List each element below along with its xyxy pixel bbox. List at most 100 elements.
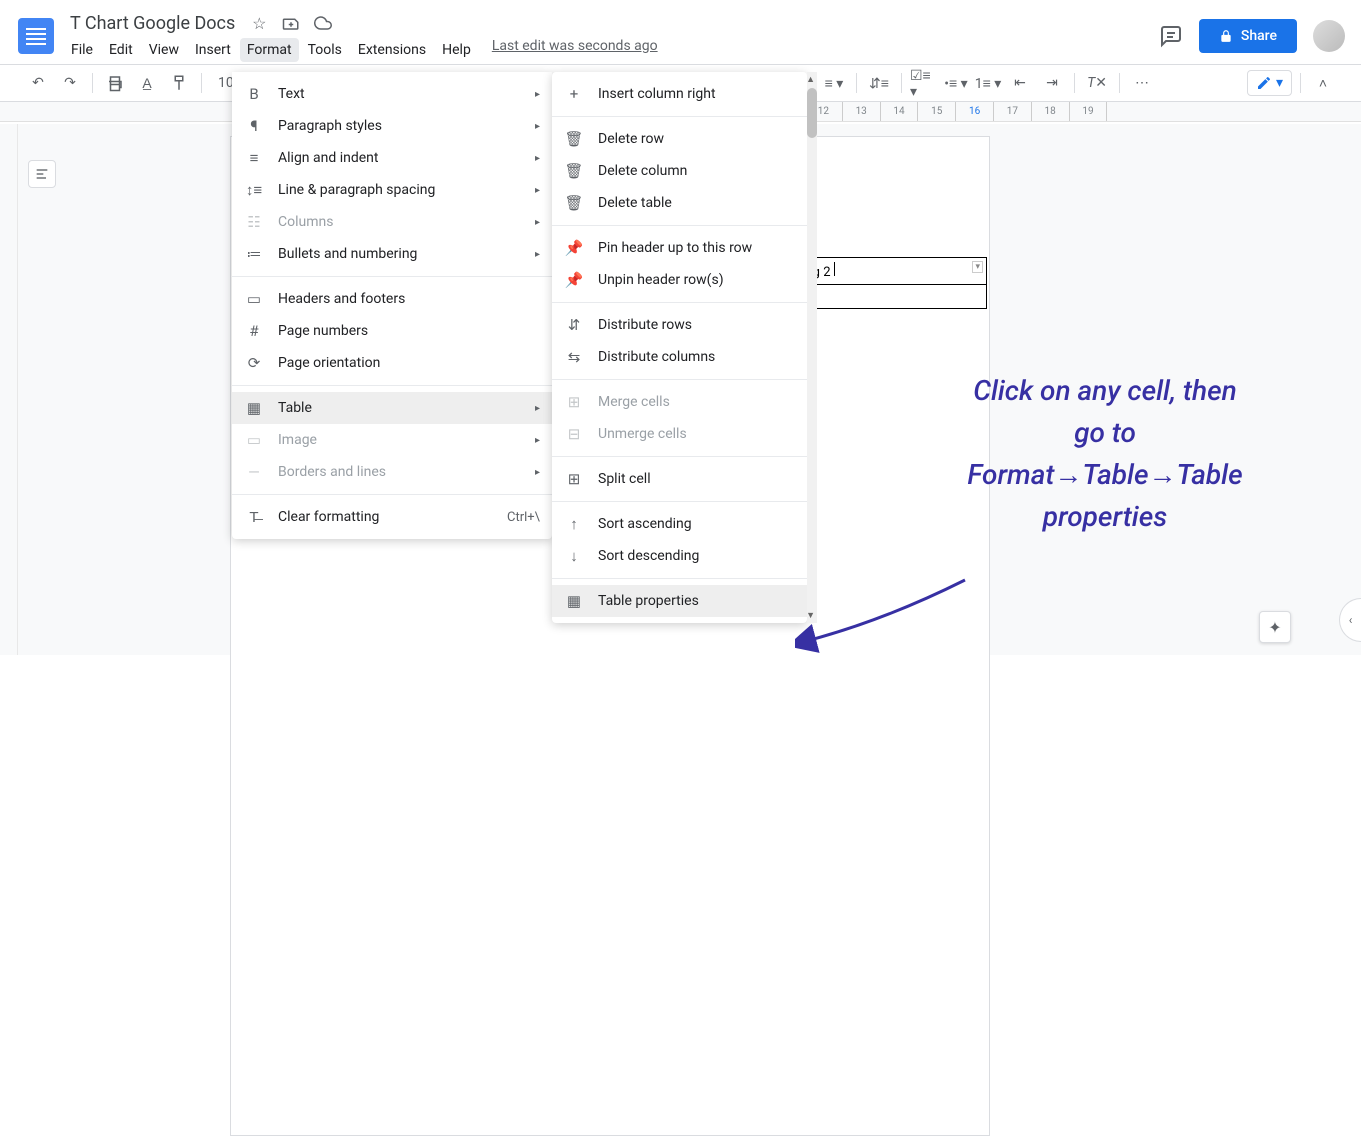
split-cell-icon: ⊞ xyxy=(564,469,584,489)
menu-shortcut: Ctrl+\ xyxy=(507,510,540,525)
clear-formatting-icon: T̶ xyxy=(244,507,264,527)
submenu-item-label: Unmerge cells xyxy=(598,426,795,442)
menu-file[interactable]: File xyxy=(64,38,100,62)
merge-cells-icon: ⊞ xyxy=(564,392,584,412)
pin-header-up-to-this-row-icon: 📌 xyxy=(564,238,584,258)
star-icon[interactable]: ☆ xyxy=(249,13,269,33)
editing-mode-button[interactable]: ▾ xyxy=(1247,70,1292,96)
menu-edit[interactable]: Edit xyxy=(102,38,140,62)
table-submenu-delete-column[interactable]: 🗑Delete column xyxy=(552,155,807,187)
menu-item-label: Clear formatting xyxy=(278,509,507,525)
cell-dropdown-icon[interactable]: ▾ xyxy=(972,261,983,273)
scroll-up-icon[interactable]: ▲ xyxy=(806,74,815,85)
format-menu-table[interactable]: ▦Table▸ xyxy=(232,392,552,424)
submenu-item-label: Split cell xyxy=(598,471,795,487)
menu-item-label: Headers and footers xyxy=(278,291,540,307)
table-submenu-sort-ascending[interactable]: ↑Sort ascending xyxy=(552,508,807,540)
image-icon: ▭ xyxy=(244,430,264,450)
submenu-arrow-icon: ▸ xyxy=(535,153,540,164)
user-avatar[interactable] xyxy=(1313,20,1345,52)
align-and-indent-icon: ≡ xyxy=(244,148,264,168)
delete-row-icon: 🗑 xyxy=(564,129,584,149)
submenu-scrollbar[interactable] xyxy=(807,72,817,623)
menu-help[interactable]: Help xyxy=(435,38,478,62)
decrease-indent-button[interactable]: ⇤ xyxy=(1006,69,1034,97)
columns-icon: ☷ xyxy=(244,212,264,232)
menu-insert[interactable]: Insert xyxy=(188,38,238,62)
format-menu-page-orientation[interactable]: ⟳Page orientation xyxy=(232,347,552,379)
line-spacing-button[interactable]: ⇵≡ xyxy=(865,69,893,97)
menu-extensions[interactable]: Extensions xyxy=(351,38,433,62)
menu-item-label: Align and indent xyxy=(278,150,535,166)
print-button[interactable] xyxy=(101,69,129,97)
submenu-arrow-icon: ▸ xyxy=(535,121,540,132)
align-button[interactable]: ≡ ▾ xyxy=(820,69,848,97)
bulleted-list-button[interactable]: •≡ ▾ xyxy=(942,69,970,97)
format-menu-page-numbers[interactable]: #Page numbers xyxy=(232,315,552,347)
delete-column-icon: 🗑 xyxy=(564,161,584,181)
submenu-arrow-icon: ▸ xyxy=(535,403,540,414)
submenu-item-label: Insert column right xyxy=(598,86,795,102)
borders-and-lines-icon: — xyxy=(244,462,264,482)
submenu-item-label: Delete table xyxy=(598,195,795,211)
menu-view[interactable]: View xyxy=(142,38,186,62)
comment-history-icon[interactable] xyxy=(1159,24,1183,48)
table-submenu-unmerge-cells: ⊟Unmerge cells xyxy=(552,418,807,450)
text-icon: B xyxy=(244,84,264,104)
format-menu-line-paragraph-spacing[interactable]: ↕≡Line & paragraph spacing▸ xyxy=(232,174,552,206)
menu-format[interactable]: Format xyxy=(240,38,299,62)
table-submenu-split-cell[interactable]: ⊞ Split cell xyxy=(552,463,807,495)
paint-format-button[interactable] xyxy=(165,69,193,97)
format-menu-clear-formatting[interactable]: T̶ Clear formattingCtrl+\ xyxy=(232,501,552,533)
menu-item-label: Table xyxy=(278,400,535,416)
clear-format-button[interactable]: T✕ xyxy=(1083,69,1111,97)
document-title[interactable]: T Chart Google Docs xyxy=(64,11,241,36)
move-icon[interactable] xyxy=(281,13,301,33)
submenu-arrow-icon: ▸ xyxy=(535,435,540,446)
increase-indent-button[interactable]: ⇥ xyxy=(1038,69,1066,97)
format-menu-headers-and-footers[interactable]: ▭Headers and footers xyxy=(232,283,552,315)
format-menu-align-and-indent[interactable]: ≡ Align and indent▸ xyxy=(232,142,552,174)
table-submenu-distribute-columns[interactable]: ⇆Distribute columns xyxy=(552,341,807,373)
redo-button[interactable]: ↷ xyxy=(56,69,84,97)
format-menu-text[interactable]: BText▸ xyxy=(232,78,552,110)
table-submenu-delete-row[interactable]: 🗑 Delete row xyxy=(552,123,807,155)
submenu-item-label: Delete row xyxy=(598,131,795,147)
numbered-list-button[interactable]: 1≡ ▾ xyxy=(974,69,1002,97)
table-submenu-delete-table[interactable]: 🗑Delete table xyxy=(552,187,807,219)
table-properties-icon: ▦ xyxy=(564,591,584,611)
last-edit-link[interactable]: Last edit was seconds ago xyxy=(492,38,658,62)
spellcheck-button[interactable]: A̲ xyxy=(133,69,161,97)
ruler-tick: 13 xyxy=(843,102,881,122)
format-menu-bullets-and-numbering[interactable]: ≔Bullets and numbering▸ xyxy=(232,238,552,270)
submenu-item-label: Sort ascending xyxy=(598,516,795,532)
cloud-status-icon[interactable] xyxy=(313,13,333,33)
table-submenu-pin-header-up-to-this-row[interactable]: 📌Pin header up to this row xyxy=(552,232,807,264)
format-menu-paragraph-styles[interactable]: ¶Paragraph styles▸ xyxy=(232,110,552,142)
menu-tools[interactable]: Tools xyxy=(301,38,349,62)
scroll-down-icon[interactable]: ▼ xyxy=(806,610,815,621)
menu-item-label: Line & paragraph spacing xyxy=(278,182,535,198)
explore-button[interactable]: ✦ xyxy=(1259,611,1291,643)
checklist-button[interactable]: ☑≡ ▾ xyxy=(910,69,938,97)
table-submenu-table-properties[interactable]: ▦ Table properties xyxy=(552,585,807,617)
outline-toggle-button[interactable] xyxy=(28,160,56,188)
scrollbar-thumb[interactable] xyxy=(807,88,817,138)
hide-menus-button[interactable]: ˄ xyxy=(1309,69,1337,97)
side-panel-toggle[interactable]: ‹ xyxy=(1339,598,1361,642)
undo-button[interactable]: ↶ xyxy=(24,69,52,97)
table-submenu-insert-column-right[interactable]: +Insert column right xyxy=(552,78,807,110)
submenu-item-label: Table properties xyxy=(598,593,795,609)
docs-logo[interactable] xyxy=(16,16,56,56)
bullets-and-numbering-icon: ≔ xyxy=(244,244,264,264)
format-menu-image: ▭Image▸ xyxy=(232,424,552,456)
submenu-arrow-icon: ▸ xyxy=(535,185,540,196)
page-orientation-icon: ⟳ xyxy=(244,353,264,373)
submenu-item-label: Distribute rows xyxy=(598,317,795,333)
share-button[interactable]: Share xyxy=(1199,19,1297,53)
table-submenu-unpin-header-row-s-[interactable]: 📌Unpin header row(s) xyxy=(552,264,807,296)
vertical-ruler[interactable] xyxy=(0,124,18,655)
more-toolbar-button[interactable]: ⋯ xyxy=(1128,69,1156,97)
table-submenu-sort-descending[interactable]: ↓Sort descending xyxy=(552,540,807,572)
table-submenu-distribute-rows[interactable]: ⇵Distribute rows xyxy=(552,309,807,341)
